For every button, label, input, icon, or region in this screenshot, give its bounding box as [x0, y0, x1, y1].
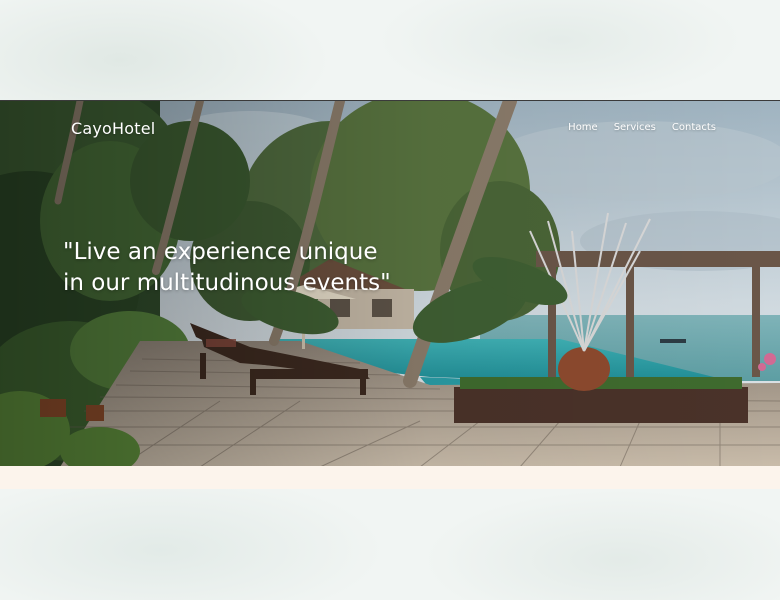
nav-item-contacts[interactable]: Contacts [672, 122, 716, 133]
page: CayoHotel Home Services Contacts "Live a… [0, 0, 780, 600]
hero-headline: "Live an experience unique in our multit… [63, 239, 391, 296]
main-nav: Home Services Contacts [568, 122, 716, 133]
nav-item-home[interactable]: Home [568, 122, 598, 133]
nav-item-services[interactable]: Services [614, 122, 656, 133]
hero-banner: CayoHotel Home Services Contacts "Live a… [0, 100, 780, 467]
brand-logo[interactable]: CayoHotel [71, 119, 155, 138]
section-divider-strip [0, 466, 780, 489]
